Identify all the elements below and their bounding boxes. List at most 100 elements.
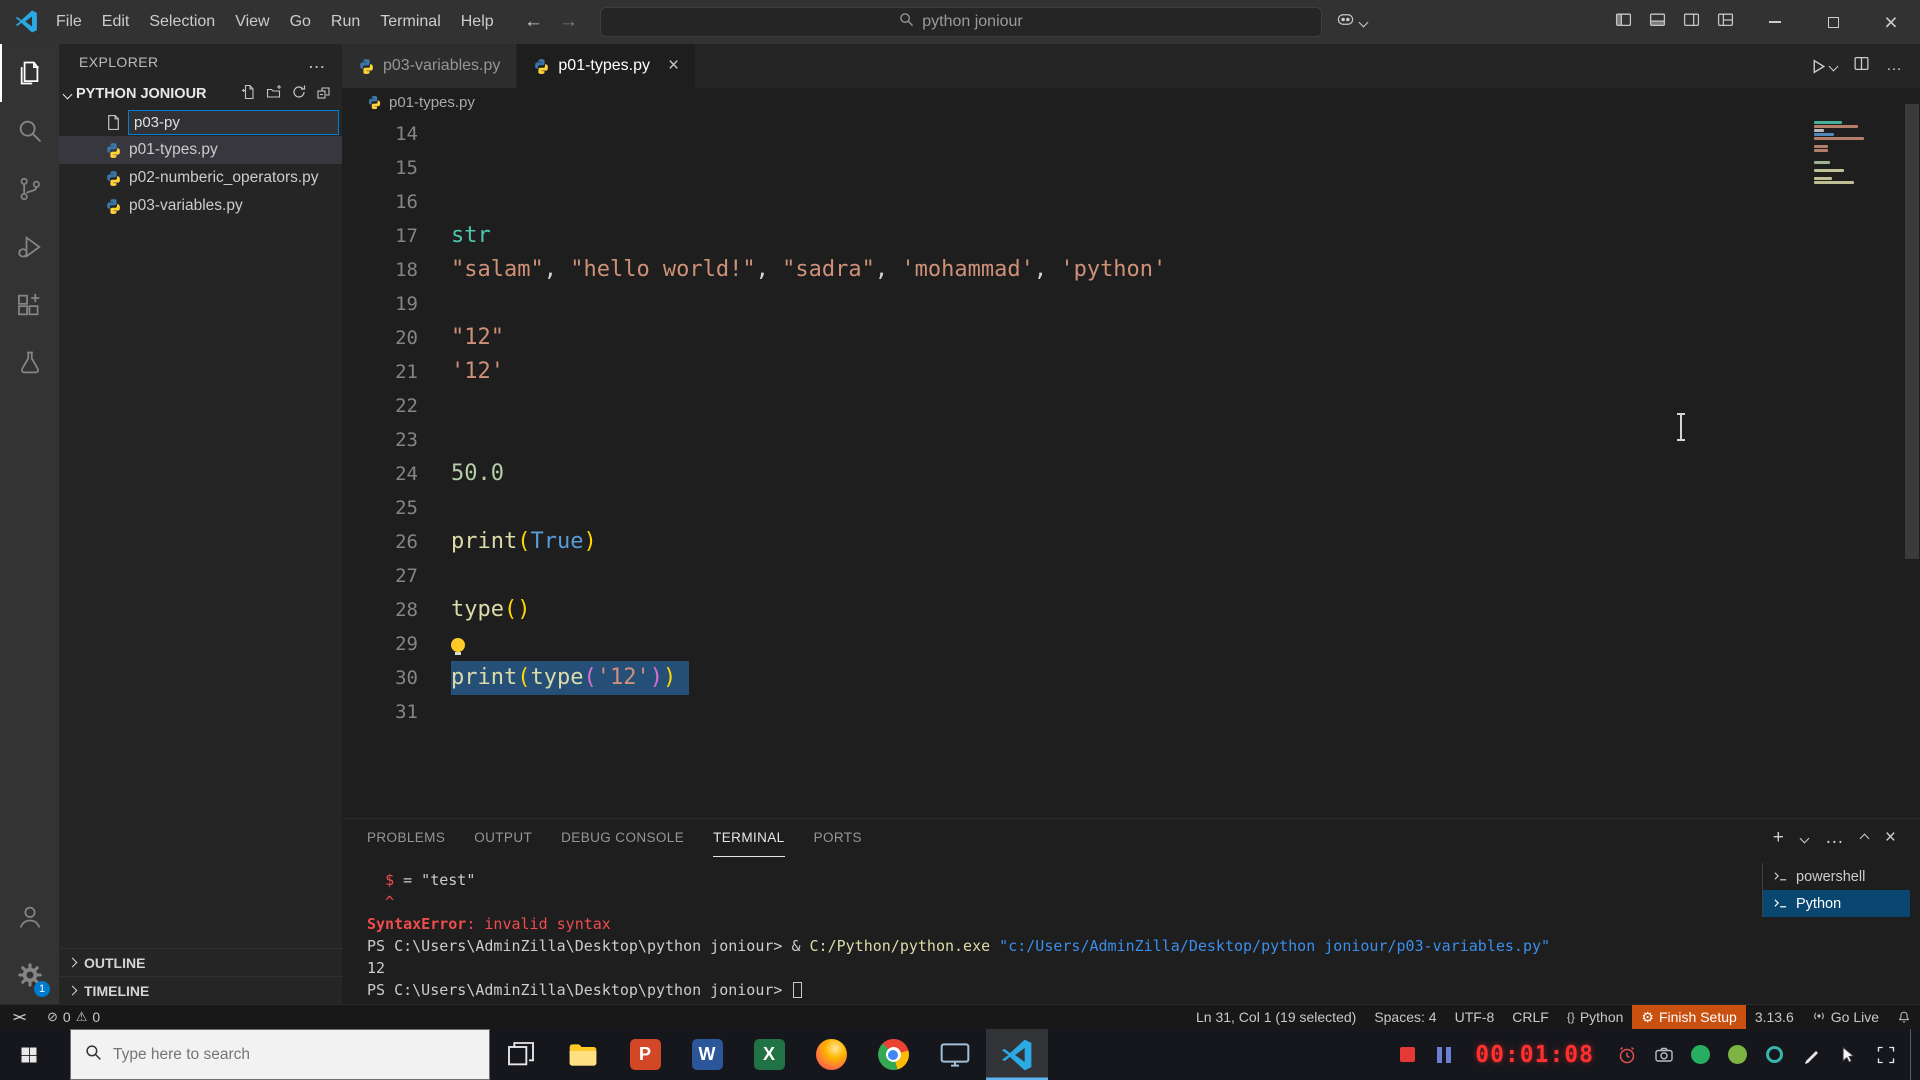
code-line-22[interactable]: 22	[342, 389, 1920, 423]
activity-testing-icon[interactable]	[0, 334, 59, 392]
file-item-p03-variables.py[interactable]: p03-variables.py	[59, 192, 342, 220]
code-line-21[interactable]: 21 '12'	[342, 355, 1920, 389]
powerpoint-icon[interactable]: P	[614, 1029, 676, 1080]
folder-section-header[interactable]: PYTHON JONIOUR	[59, 80, 342, 108]
code-line-28[interactable]: 28 type()	[342, 593, 1920, 627]
nav-back-icon[interactable]: ←	[524, 11, 543, 33]
activity-search-icon[interactable]	[0, 102, 59, 160]
panel-tab-output[interactable]: OUTPUT	[474, 819, 532, 857]
rename-input[interactable]	[128, 109, 339, 135]
vscode-taskbar-icon[interactable]	[986, 1029, 1048, 1080]
split-editor-icon[interactable]	[1853, 55, 1870, 77]
tray-green-app-icon-2[interactable]	[1719, 1029, 1756, 1080]
close-panel-icon[interactable]: ×	[1885, 827, 1896, 849]
word-icon[interactable]: W	[676, 1029, 738, 1080]
code-line-18[interactable]: 18 "salam", "hello world!", "sadra", 'moh…	[342, 253, 1920, 287]
terminal-item-powershell[interactable]: powershell	[1763, 863, 1910, 890]
code-line-20[interactable]: 20 "12"	[342, 321, 1920, 355]
language-mode[interactable]: {} Python	[1558, 1005, 1633, 1029]
excel-icon[interactable]: X	[738, 1029, 800, 1080]
remote-indicator[interactable]: ><	[0, 1005, 38, 1029]
problems-status[interactable]: ⊘ 0 ⚠ 0	[38, 1005, 109, 1029]
terminal-dropdown-icon[interactable]	[1799, 833, 1810, 843]
tab-close-icon[interactable]: ×	[668, 55, 679, 77]
go-live-button[interactable]: Go Live	[1803, 1005, 1888, 1029]
timeline-section[interactable]: TIMELINE	[59, 976, 342, 1004]
code-line-17[interactable]: 17 str	[342, 219, 1920, 253]
code-line-16[interactable]: 16	[342, 185, 1920, 219]
menu-item-selection[interactable]: Selection	[139, 13, 225, 31]
file-item-p02-numberic_operators.py[interactable]: p02-numberic_operators.py	[59, 164, 342, 192]
maximize-panel-icon[interactable]	[1859, 833, 1870, 843]
nav-forward-icon[interactable]: →	[559, 11, 578, 33]
code-line-19[interactable]: 19	[342, 287, 1920, 321]
terminal-item-Python[interactable]: Python	[1763, 890, 1910, 917]
customize-layout-icon[interactable]	[1717, 11, 1734, 33]
chrome-icon[interactable]	[862, 1029, 924, 1080]
python-version-status[interactable]: 3.13.6	[1746, 1005, 1803, 1029]
menu-item-help[interactable]: Help	[451, 13, 504, 31]
new-folder-icon[interactable]	[266, 84, 282, 104]
menu-item-terminal[interactable]: Terminal	[370, 13, 450, 31]
notifications-bell-icon[interactable]	[1888, 1005, 1920, 1029]
close-button[interactable]: ×	[1862, 0, 1920, 44]
indentation-status[interactable]: Spaces: 4	[1365, 1005, 1445, 1029]
activity-explorer-icon[interactable]	[0, 44, 59, 102]
minimap[interactable]	[1810, 119, 1902, 269]
refresh-icon[interactable]	[291, 84, 307, 104]
tab-p03-variables.py[interactable]: p03-variables.py	[342, 44, 518, 88]
breadcrumb[interactable]: p01-types.py	[342, 88, 1920, 117]
toggle-panel-icon[interactable]	[1649, 11, 1666, 33]
taskbar-search[interactable]	[70, 1029, 490, 1080]
tray-camera-icon[interactable]	[1645, 1029, 1682, 1080]
code-line-30[interactable]: 30 print(type('12'))	[342, 661, 1920, 695]
account-icon[interactable]	[0, 888, 59, 946]
vscode-logo-icon[interactable]	[15, 10, 38, 33]
code-line-31[interactable]: 31	[342, 695, 1920, 729]
toggle-secondary-sidebar-icon[interactable]	[1683, 11, 1700, 33]
new-file-icon[interactable]	[241, 84, 257, 104]
code-line-29[interactable]: 29	[342, 627, 1920, 661]
code-line-24[interactable]: 24 50.0	[342, 457, 1920, 491]
panel-tab-problems[interactable]: PROBLEMS	[367, 819, 445, 857]
run-button[interactable]	[1810, 58, 1839, 75]
panel-tab-debug-console[interactable]: DEBUG CONSOLE	[561, 819, 684, 857]
activity-run-debug-icon[interactable]	[0, 218, 59, 276]
editor-scrollbar[interactable]	[1905, 104, 1919, 559]
show-desktop-button[interactable]	[1910, 1029, 1920, 1080]
panel-tab-ports[interactable]: PORTS	[814, 819, 862, 857]
tray-green-app-icon[interactable]	[1682, 1029, 1719, 1080]
breadcrumb-item[interactable]: p01-types.py	[389, 94, 475, 111]
maximize-button[interactable]	[1804, 0, 1862, 44]
menu-item-edit[interactable]: Edit	[92, 13, 140, 31]
code-line-25[interactable]: 25	[342, 491, 1920, 525]
editor[interactable]: 14 15 16 17 str 18 "salam", "hello world!", "s…	[342, 117, 1920, 818]
screen-share-icon[interactable]	[924, 1029, 986, 1080]
tray-expand-icon[interactable]	[1867, 1029, 1904, 1080]
start-button[interactable]	[0, 1029, 58, 1080]
file-explorer-icon[interactable]	[552, 1029, 614, 1080]
activity-extensions-icon[interactable]	[0, 276, 59, 334]
taskbar-search-input[interactable]	[113, 1045, 443, 1064]
outline-section[interactable]: OUTLINE	[59, 948, 342, 976]
activity-source-control-icon[interactable]	[0, 160, 59, 218]
eol-status[interactable]: CRLF	[1503, 1005, 1558, 1029]
explorer-more-icon[interactable]: …	[308, 52, 326, 73]
cursor-position[interactable]: Ln 31, Col 1 (19 selected)	[1187, 1005, 1365, 1029]
tray-clock-icon[interactable]	[1608, 1029, 1645, 1080]
firefox-icon[interactable]	[800, 1029, 862, 1080]
menu-item-run[interactable]: Run	[321, 13, 370, 31]
menu-item-view[interactable]: View	[225, 13, 279, 31]
settings-gear-icon[interactable]: 1	[0, 946, 59, 1004]
file-item-p01-types.py[interactable]: p01-types.py	[59, 136, 342, 164]
tray-ring-icon[interactable]	[1756, 1029, 1793, 1080]
stop-recording-button[interactable]	[1400, 1047, 1416, 1062]
editor-more-icon[interactable]: …	[1886, 57, 1902, 75]
menu-item-go[interactable]: Go	[280, 13, 321, 31]
tray-cursor-icon[interactable]	[1830, 1029, 1867, 1080]
tab-p01-types.py[interactable]: p01-types.py ×	[517, 44, 697, 88]
tray-pen-icon[interactable]	[1793, 1029, 1830, 1080]
code-line-27[interactable]: 27	[342, 559, 1920, 593]
terminal-output[interactable]: $ = "test" ^ SyntaxError: invalid syntax P…	[367, 869, 1750, 1002]
code-line-26[interactable]: 26 print(True)	[342, 525, 1920, 559]
